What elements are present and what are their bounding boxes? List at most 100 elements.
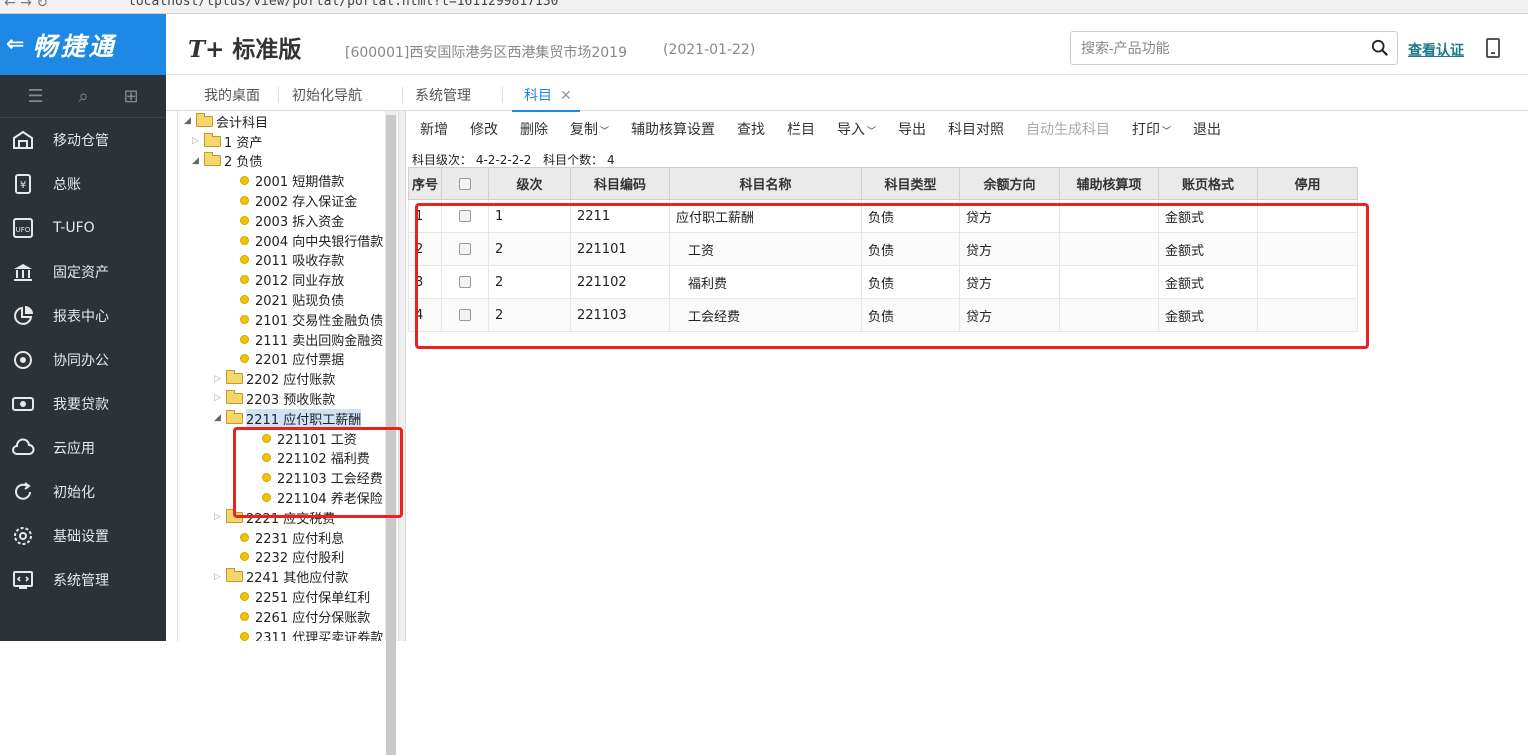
toolbar-button-1[interactable]: 修改 bbox=[470, 119, 498, 139]
tree-node[interactable]: 2101 交易性金融负债 bbox=[240, 309, 383, 329]
tree-node[interactable]: 2011 吸收存款 bbox=[240, 250, 344, 270]
row-checkbox[interactable] bbox=[459, 309, 471, 321]
table-row[interactable]: 2 2 221101 工资 负债 贷方 金额式 bbox=[408, 232, 1358, 266]
row-select-cell[interactable] bbox=[441, 232, 489, 266]
select-all-checkbox[interactable] bbox=[459, 177, 471, 190]
row-checkbox[interactable] bbox=[459, 243, 471, 255]
sidebar-item-8[interactable]: 初始化 bbox=[0, 470, 166, 514]
search-input[interactable] bbox=[1071, 32, 1361, 64]
tree-node[interactable]: 2003 拆入资金 bbox=[240, 210, 344, 230]
expand-icon[interactable]: ▷ bbox=[214, 374, 226, 384]
tree-scrollbar[interactable] bbox=[385, 111, 397, 755]
sidebar-item-0[interactable]: 移动仓管 bbox=[0, 118, 166, 162]
col-header-type[interactable]: 科目类型 bbox=[861, 167, 960, 200]
sidebar-item-5[interactable]: 协同办公 bbox=[0, 338, 166, 382]
col-header-select[interactable] bbox=[441, 167, 489, 200]
tree-node[interactable]: 2111 卖出回购金融资 bbox=[240, 329, 383, 349]
expand-icon[interactable]: ▷ bbox=[214, 512, 226, 522]
col-header-name[interactable]: 科目名称 bbox=[669, 167, 862, 200]
tree-node[interactable]: 2231 应付利息 bbox=[240, 527, 344, 547]
tab-init-guide[interactable]: 初始化导航 bbox=[292, 85, 362, 105]
expand-icon[interactable]: ▷ bbox=[192, 136, 204, 146]
row-select-cell[interactable] bbox=[441, 199, 489, 233]
tree-node[interactable]: 2021 贴现负债 bbox=[240, 289, 344, 309]
tree-node[interactable]: ▷ 2202 应付账款 bbox=[214, 369, 335, 389]
brand-logo[interactable]: ⇐ 畅捷通 bbox=[0, 14, 166, 75]
col-header-direction[interactable]: 余额方向 bbox=[959, 167, 1060, 200]
tab-desktop[interactable]: 我的桌面 bbox=[204, 85, 260, 105]
tree-node[interactable]: ▷ 1 资产 bbox=[192, 131, 262, 151]
menu-icon[interactable]: ☰ bbox=[27, 86, 43, 107]
add-shortcut-icon[interactable]: ⊞ bbox=[123, 86, 138, 107]
toolbar-button-0[interactable]: 新增 bbox=[420, 119, 448, 139]
tab-system-admin[interactable]: 系统管理 bbox=[415, 85, 471, 105]
tree-node[interactable]: ▷ 2203 预收账款 bbox=[214, 388, 335, 408]
close-icon[interactable]: ✕ bbox=[560, 88, 572, 104]
tree-node[interactable]: 2232 应付股利 bbox=[240, 547, 344, 567]
tree-node[interactable]: 2012 同业存放 bbox=[240, 270, 344, 290]
toolbar-button-8[interactable]: 导出 bbox=[898, 119, 926, 139]
tree-node[interactable]: 221101 工资 bbox=[262, 428, 357, 448]
tab-accounts[interactable]: 科目 ✕ bbox=[512, 85, 580, 112]
sidebar-item-7[interactable]: 云应用 bbox=[0, 426, 166, 470]
toolbar-button-5[interactable]: 查找 bbox=[737, 119, 765, 139]
tree-node[interactable]: 221102 福利费 bbox=[262, 448, 370, 468]
sidebar-item-2[interactable]: UFO T-UFO bbox=[0, 206, 166, 250]
table-row[interactable]: 4 2 221103 工会经费 负债 贷方 金额式 bbox=[408, 298, 1358, 332]
expand-icon[interactable]: ▷ bbox=[214, 572, 226, 582]
toolbar-button-12[interactable]: 退出 bbox=[1193, 119, 1221, 139]
table-row[interactable]: 1 1 2211 应付职工薪酬 负债 贷方 金额式 bbox=[408, 199, 1358, 233]
scrollbar-thumb[interactable] bbox=[386, 115, 396, 755]
tree-node[interactable]: 2251 应付保单红利 bbox=[240, 586, 370, 606]
tree-node[interactable]: 2002 存入保证金 bbox=[240, 190, 357, 210]
tree-node[interactable]: ◢ 2211 应付职工薪酬 bbox=[214, 408, 362, 428]
collapse-icon[interactable]: ◢ bbox=[214, 413, 226, 423]
tree-node[interactable]: 2201 应付票据 bbox=[240, 349, 344, 369]
table-row[interactable]: 3 2 221102 福利费 负债 贷方 金额式 bbox=[408, 265, 1358, 299]
sidebar-item-6[interactable]: 我要贷款 bbox=[0, 382, 166, 426]
toolbar-button-2[interactable]: 删除 bbox=[520, 119, 548, 139]
row-checkbox[interactable] bbox=[459, 210, 471, 222]
col-header-level[interactable]: 级次 bbox=[488, 167, 571, 200]
search-menu-icon[interactable]: ⌕ bbox=[78, 86, 88, 107]
toolbar-button-11[interactable]: 打印 ﹀ bbox=[1132, 119, 1171, 139]
tree-root[interactable]: ◢ 会计科目 bbox=[184, 111, 268, 131]
tree-node[interactable]: ▷ 2241 其他应付款 bbox=[214, 567, 348, 587]
col-header-disabled[interactable]: 停用 bbox=[1257, 167, 1358, 200]
col-header-code[interactable]: 科目编码 bbox=[570, 167, 670, 200]
toolbar-button-6[interactable]: 栏目 bbox=[787, 119, 815, 139]
toolbar-button-3[interactable]: 复制 ﹀ bbox=[570, 119, 609, 139]
certify-link[interactable]: 查看认证 bbox=[1408, 40, 1464, 60]
row-select-cell[interactable] bbox=[441, 298, 489, 332]
sidebar-item-3[interactable]: 固定资产 bbox=[0, 250, 166, 294]
mobile-device-icon[interactable] bbox=[1486, 38, 1500, 58]
row-select-cell[interactable] bbox=[441, 265, 489, 299]
search-box[interactable] bbox=[1070, 31, 1398, 65]
collapse-icon[interactable]: ◢ bbox=[192, 156, 204, 166]
address-url[interactable]: localhost/tplus/view/portal/portal.html?… bbox=[128, 0, 558, 9]
sidebar-item-10[interactable]: 系统管理 bbox=[0, 558, 166, 602]
collapse-icon[interactable]: ◢ bbox=[184, 116, 196, 126]
expand-icon[interactable]: ▷ bbox=[214, 393, 226, 403]
sidebar-item-4[interactable]: 报表中心 bbox=[0, 294, 166, 338]
tree-node[interactable]: 2311 代理买卖证券款 bbox=[240, 626, 383, 641]
back-arrow-icon[interactable]: ⇐ bbox=[6, 32, 24, 57]
toolbar-button-9[interactable]: 科目对照 bbox=[948, 119, 1004, 139]
row-checkbox[interactable] bbox=[459, 276, 471, 288]
sidebar-item-1[interactable]: ¥ 总账 bbox=[0, 162, 166, 206]
sidebar-item-9[interactable]: 基础设置 bbox=[0, 514, 166, 558]
search-icon[interactable] bbox=[1371, 39, 1389, 57]
panel-splitter[interactable] bbox=[398, 111, 406, 641]
tree-node[interactable]: 221103 工会经费 bbox=[262, 468, 383, 488]
tree-node[interactable]: 2001 短期借款 bbox=[240, 171, 344, 191]
browser-nav-icons[interactable]: ← → ↻ bbox=[4, 0, 48, 11]
col-header-aux[interactable]: 辅助核算项 bbox=[1059, 167, 1159, 200]
tree-node[interactable]: 2261 应付分保账款 bbox=[240, 606, 370, 626]
toolbar-button-10[interactable]: 自动生成科目 bbox=[1026, 119, 1110, 139]
tree-node[interactable]: 221104 养老保险 bbox=[262, 487, 383, 507]
col-header-format[interactable]: 账页格式 bbox=[1158, 167, 1258, 200]
col-header-no[interactable]: 序号 bbox=[408, 167, 442, 200]
tree-node[interactable]: ▷ 2221 应交税费 bbox=[214, 507, 335, 527]
toolbar-button-7[interactable]: 导入 ﹀ bbox=[837, 119, 876, 139]
toolbar-button-4[interactable]: 辅助核算设置 bbox=[631, 119, 715, 139]
